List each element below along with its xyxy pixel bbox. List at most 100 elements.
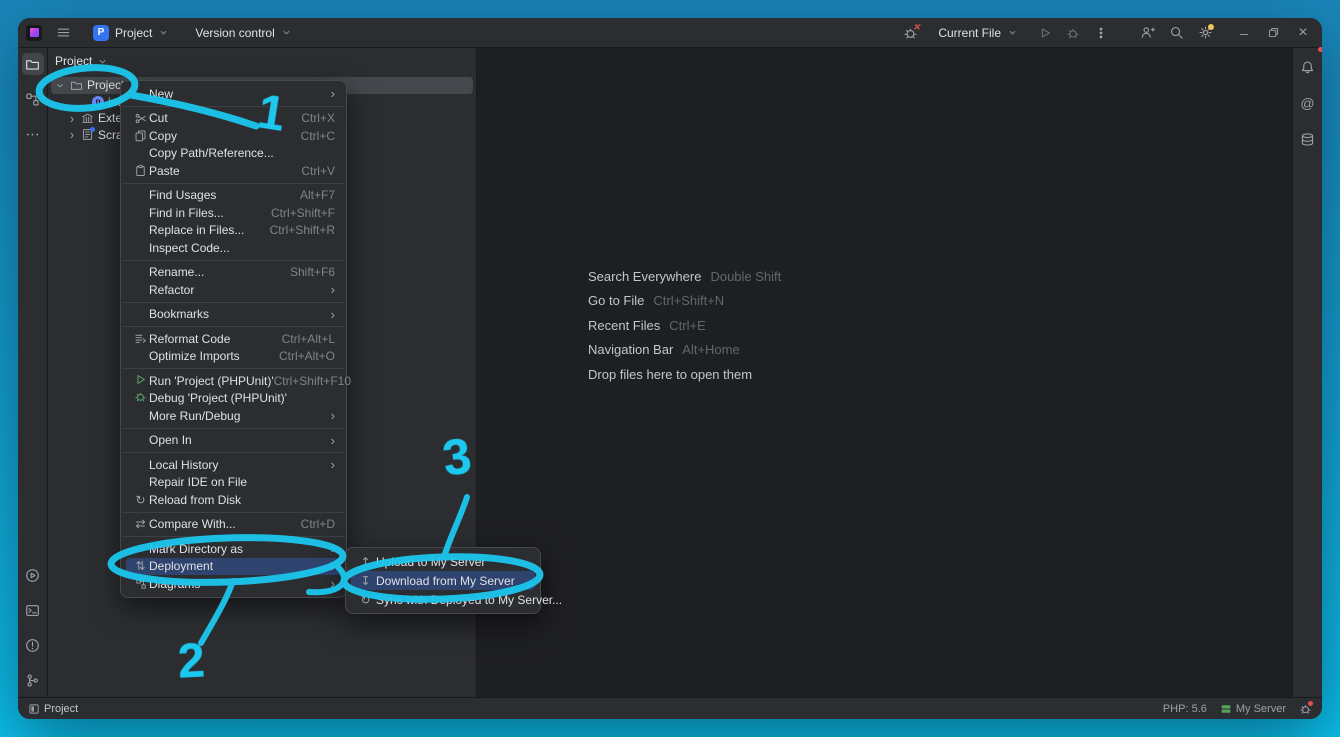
hint-label: Navigation Bar: [588, 342, 673, 357]
hint-keys: Alt+Home: [682, 342, 739, 357]
project-panel-title: Project: [55, 54, 92, 68]
statusbar-project-label: Project: [44, 703, 78, 715]
menu-item-shortcut: Ctrl+D: [301, 517, 335, 531]
menu-item-label: Replace in Files...: [149, 223, 244, 237]
menu-item-new[interactable]: New›: [126, 85, 341, 103]
menu-item-open-in[interactable]: Open In›: [126, 432, 341, 450]
submenu-item-download-from-my-server[interactable]: ↧Download from My Server: [351, 571, 535, 590]
menu-item-label: Copy Path/Reference...: [149, 146, 274, 160]
menu-item-copy[interactable]: CopyCtrl+C: [126, 127, 341, 145]
menu-item-find-usages[interactable]: Find UsagesAlt+F7: [126, 187, 341, 205]
main-menu-icon[interactable]: [56, 25, 71, 40]
server-label: My Server: [1236, 703, 1286, 715]
chevron-down-icon: [1007, 27, 1018, 38]
menu-item-mark-directory-as[interactable]: Mark Directory as›: [126, 540, 341, 558]
more-actions-icon[interactable]: [1094, 26, 1108, 40]
upload-icon: ↥: [357, 555, 374, 569]
menu-item-label: Cut: [149, 111, 168, 125]
database-toolwindow-button[interactable]: [1297, 128, 1319, 150]
menu-item-label: Repair IDE on File: [149, 475, 247, 489]
php-version-widget[interactable]: PHP: 5.6: [1163, 703, 1207, 715]
search-everywhere-icon[interactable]: [1169, 25, 1184, 40]
chevron-down-icon: [97, 56, 108, 67]
chevron-right-icon[interactable]: ›: [67, 112, 77, 125]
menu-item-label: Find Usages: [149, 188, 216, 202]
menu-separator: [122, 428, 345, 429]
menu-item-run-project-phpunit[interactable]: Run 'Project (PHPUnit)'Ctrl+Shift+F10: [126, 372, 341, 390]
submenu-arrow-icon: ›: [331, 576, 335, 591]
reload-icon: ↻: [132, 493, 149, 507]
menu-item-paste[interactable]: PasteCtrl+V: [126, 162, 341, 180]
menu-item-diagrams[interactable]: Diagrams›: [126, 575, 341, 593]
diagrams-icon: [132, 578, 149, 590]
menu-separator: [122, 260, 345, 261]
menu-item-find-in-files[interactable]: Find in Files...Ctrl+Shift+F: [126, 204, 341, 222]
more-toolwindows-button[interactable]: [22, 123, 44, 145]
menu-item-reformat-code[interactable]: Reformat CodeCtrl+Alt+L: [126, 330, 341, 348]
menu-separator: [122, 512, 345, 513]
menu-item-label: More Run/Debug: [149, 409, 240, 423]
library-icon: [81, 112, 94, 125]
menu-item-cut[interactable]: Cut Ctrl+X: [126, 110, 341, 128]
maximize-button[interactable]: [1267, 26, 1280, 39]
project-toolwindow-button[interactable]: [22, 53, 44, 75]
rungreen-icon: [132, 373, 149, 389]
settings-gear-icon[interactable]: [1198, 25, 1213, 40]
sync-icon: ↻: [357, 593, 374, 607]
menu-item-local-history[interactable]: Local History›: [126, 456, 341, 474]
terminal-toolwindow-button[interactable]: [22, 599, 44, 621]
project-selector-label: Project: [115, 26, 152, 40]
debug-button[interactable]: [1066, 26, 1080, 40]
menu-item-label: Debug 'Project (PHPUnit)': [149, 391, 287, 405]
menu-item-deployment[interactable]: ⇅Deployment›: [126, 558, 341, 576]
notifications-bell-icon[interactable]: [1297, 56, 1319, 78]
chevron-right-icon[interactable]: ›: [67, 128, 77, 141]
menu-separator: [122, 302, 345, 303]
menu-item-label: Paste: [149, 164, 180, 178]
code-with-me-icon[interactable]: [1140, 25, 1155, 40]
menu-item-bookmarks[interactable]: Bookmarks›: [126, 306, 341, 324]
menu-item-repair-ide-on-file[interactable]: Repair IDE on File: [126, 474, 341, 492]
titlebar: P Project Version control ✕ Current File: [18, 18, 1322, 48]
profiler-disabled-icon[interactable]: ✕: [903, 25, 918, 40]
menu-item-shortcut: Ctrl+C: [301, 129, 335, 143]
server-icon: [1220, 703, 1232, 715]
menu-item-debug-project-phpunit[interactable]: Debug 'Project (PHPUnit)': [126, 390, 341, 408]
deployment-server-widget[interactable]: My Server: [1220, 703, 1286, 715]
menu-item-replace-in-files[interactable]: Replace in Files...Ctrl+Shift+R: [126, 222, 341, 240]
menu-item-inspect-code[interactable]: Inspect Code...: [126, 239, 341, 257]
menu-item-label: Reload from Disk: [149, 493, 241, 507]
menu-item-refactor[interactable]: Refactor›: [126, 281, 341, 299]
menu-item-copy-path-reference[interactable]: Copy Path/Reference...: [126, 145, 341, 163]
problems-toolwindow-button[interactable]: [22, 634, 44, 656]
structure-toolwindow-button[interactable]: [22, 88, 44, 110]
menu-item-shortcut: Ctrl+X: [301, 111, 335, 125]
menu-item-more-run-debug[interactable]: More Run/Debug ›: [126, 407, 341, 425]
run-button[interactable]: [1038, 26, 1052, 40]
event-log-bug-icon[interactable]: [1299, 702, 1312, 715]
deployment-submenu: ↥Upload to My Server↧Download from My Se…: [345, 547, 541, 614]
submenu-item-upload-to-my-server[interactable]: ↥Upload to My Server: [351, 552, 535, 571]
menu-item-optimize-imports[interactable]: Optimize ImportsCtrl+Alt+O: [126, 348, 341, 366]
menu-item-shortcut: Ctrl+Alt+L: [282, 332, 335, 346]
project-selector[interactable]: P Project: [87, 22, 175, 44]
project-panel-header[interactable]: Project: [48, 48, 476, 74]
menu-item-label: Inspect Code...: [149, 241, 230, 255]
minimize-button[interactable]: –: [1235, 25, 1253, 41]
menu-item-label: Optimize Imports: [149, 349, 240, 363]
submenu-arrow-icon: ›: [331, 408, 335, 423]
version-control-toolwindow-button[interactable]: [22, 669, 44, 691]
version-control-menu[interactable]: Version control: [189, 23, 297, 43]
ai-assistant-icon[interactable]: @: [1297, 92, 1319, 114]
statusbar-project-widget[interactable]: Project: [28, 703, 78, 715]
submenu-item-sync-with-deployed-to-my-server[interactable]: ↻Sync with Deployed to My Server...: [351, 590, 535, 609]
submenu-arrow-icon: ›: [331, 307, 335, 322]
menu-item-rename[interactable]: Rename...Shift+F6: [126, 264, 341, 282]
close-button[interactable]: ×: [1294, 24, 1312, 42]
menu-item-reload-from-disk[interactable]: ↻Reload from Disk: [126, 491, 341, 509]
menu-item-compare-with[interactable]: ⇄Compare With...Ctrl+D: [126, 516, 341, 534]
run-configuration-selector[interactable]: Current File: [932, 23, 1024, 43]
services-toolwindow-button[interactable]: [22, 564, 44, 586]
chevron-down-icon[interactable]: ›: [55, 80, 68, 90]
submenu-arrow-icon: ›: [331, 433, 335, 448]
